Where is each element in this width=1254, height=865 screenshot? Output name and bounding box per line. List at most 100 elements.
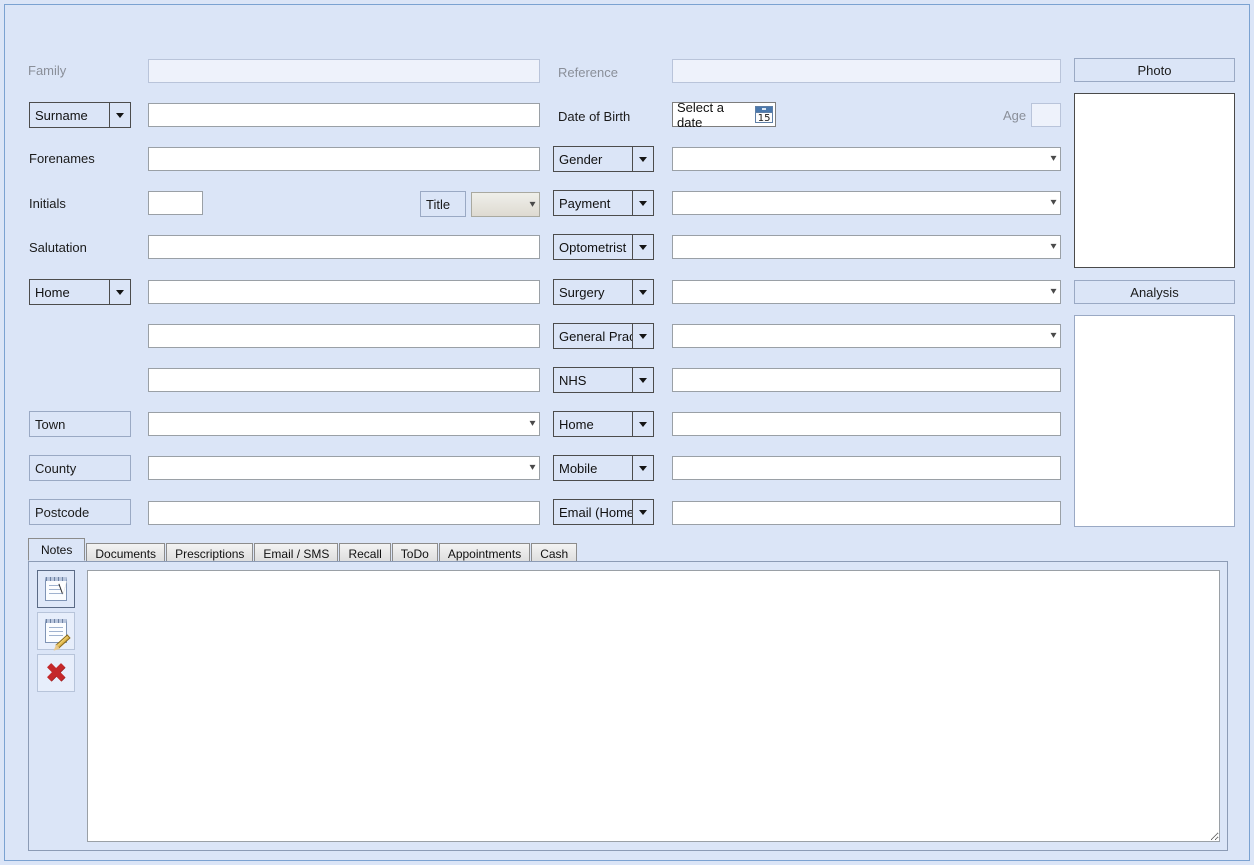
postcode-label: Postcode (35, 504, 90, 520)
analysis-panel[interactable] (1074, 315, 1235, 527)
salutation-label: Salutation (29, 240, 87, 255)
payment-select[interactable]: ▾ (672, 191, 1061, 215)
county-label-box: County (29, 455, 131, 481)
notes-textarea[interactable] (87, 570, 1220, 842)
tab-appointments-label: Appointments (447, 546, 522, 561)
analysis-header[interactable]: Analysis (1074, 280, 1235, 304)
delete-note-button[interactable]: ✖ (37, 654, 75, 692)
county-label: County (35, 460, 77, 476)
tab-notes-label: Notes (41, 542, 73, 557)
chevron-down-icon[interactable] (632, 412, 653, 436)
tab-prescriptions[interactable]: Prescriptions (166, 543, 254, 563)
town-select[interactable]: ▾ (148, 412, 540, 436)
chevron-down-icon: ▾ (529, 418, 536, 429)
tab-strip: Notes Documents Prescriptions Email / SM… (28, 538, 578, 563)
reference-input[interactable] (672, 59, 1061, 83)
age-input[interactable] (1031, 103, 1061, 127)
chevron-down-icon: ▾ (1050, 241, 1057, 252)
chevron-down-icon[interactable] (632, 368, 653, 392)
phone-home-combo[interactable]: Home (553, 411, 654, 437)
chevron-down-icon: ▾ (1050, 330, 1057, 341)
chevron-down-icon[interactable] (632, 500, 653, 524)
general-practitioner-combo-label: General Prac.. (559, 328, 632, 344)
family-input[interactable] (148, 59, 540, 83)
chevron-down-icon[interactable] (632, 456, 653, 480)
nhs-combo[interactable]: NHS (553, 367, 654, 393)
address-line2-input[interactable] (148, 324, 540, 348)
chevron-down-icon[interactable] (632, 280, 653, 304)
county-select[interactable]: ▾ (148, 456, 540, 480)
analysis-label: Analysis (1130, 284, 1179, 300)
email-home-combo[interactable]: Email (Home) (553, 499, 654, 525)
tab-documents-label: Documents (95, 546, 157, 561)
tab-cash[interactable]: Cash (531, 543, 578, 563)
tab-todo[interactable]: ToDo (391, 543, 438, 563)
forenames-input[interactable] (148, 147, 540, 171)
surname-input[interactable] (148, 103, 540, 127)
photo-label: Photo (1137, 62, 1172, 78)
chevron-down-icon: ▾ (1050, 286, 1057, 297)
optometrist-combo[interactable]: Optometrist (553, 234, 654, 260)
edit-note-button[interactable] (37, 612, 75, 650)
email-home-input[interactable] (672, 501, 1061, 525)
initials-input[interactable] (148, 191, 203, 215)
address-type-combo[interactable]: Home (29, 279, 131, 305)
phone-mobile-input[interactable] (672, 456, 1061, 480)
optometrist-combo-label: Optometrist (559, 239, 627, 255)
chevron-down-icon[interactable] (632, 147, 653, 171)
tab-recall-label: Recall (348, 546, 382, 561)
surname-combo-label: Surname (35, 107, 88, 123)
address-line3-input[interactable] (148, 368, 540, 392)
tab-email-sms[interactable]: Email / SMS (254, 543, 339, 563)
surname-type-combo[interactable]: Surname (29, 102, 131, 128)
record-tab-section: Notes Documents Prescriptions Email / SM… (28, 538, 1228, 851)
title-label: Title (426, 196, 451, 212)
chevron-down-icon: ▾ (1050, 197, 1057, 208)
chevron-down-icon[interactable] (632, 191, 653, 215)
payment-combo-label: Payment (559, 195, 611, 211)
patient-record-form: Family Reference Photo Surname Date of B… (4, 4, 1250, 861)
photo-header[interactable]: Photo (1074, 58, 1235, 82)
nhs-combo-label: NHS (559, 372, 587, 388)
postcode-input[interactable] (148, 501, 540, 525)
address-type-combo-label: Home (35, 284, 70, 300)
tab-appointments[interactable]: Appointments (438, 543, 531, 563)
payment-combo[interactable]: Payment (553, 190, 654, 216)
surgery-select[interactable]: ▾ (672, 280, 1061, 304)
chevron-down-icon: ▾ (529, 462, 536, 473)
tab-documents[interactable]: Documents (86, 543, 166, 563)
email-home-combo-label: Email (Home) (559, 504, 632, 520)
delete-note-icon: ✖ (44, 657, 68, 689)
gender-combo[interactable]: Gender (553, 146, 654, 172)
phone-home-input[interactable] (672, 412, 1061, 436)
general-practitioner-select[interactable]: ▾ (672, 324, 1061, 348)
phone-mobile-combo-label: Mobile (559, 460, 598, 476)
date-of-birth-label: Date of Birth (558, 109, 631, 124)
general-practitioner-combo[interactable]: General Prac.. (553, 323, 654, 349)
chevron-down-icon[interactable] (632, 235, 653, 259)
photo-panel[interactable] (1074, 93, 1235, 268)
chevron-down-icon[interactable] (632, 324, 653, 348)
notes-tab-panel: ✖ (28, 561, 1228, 851)
nhs-input[interactable] (672, 368, 1061, 392)
title-select[interactable]: ▾ (471, 192, 540, 217)
new-note-button[interactable] (37, 570, 75, 608)
tab-prescriptions-label: Prescriptions (175, 546, 245, 561)
salutation-input[interactable] (148, 235, 540, 259)
tab-notes[interactable]: Notes (28, 538, 86, 561)
calendar-icon[interactable]: 15 (755, 106, 773, 124)
address-line1-input[interactable] (148, 280, 540, 304)
phone-mobile-combo[interactable]: Mobile (553, 455, 654, 481)
phone-home-combo-label: Home (559, 416, 594, 432)
town-label: Town (35, 416, 66, 432)
gender-select[interactable]: ▾ (672, 147, 1061, 171)
forenames-label: Forenames (29, 151, 95, 166)
reference-label: Reference (558, 65, 618, 80)
tab-recall[interactable]: Recall (339, 543, 391, 563)
optometrist-select[interactable]: ▾ (672, 235, 1061, 259)
chevron-down-icon[interactable] (109, 280, 130, 304)
chevron-down-icon[interactable] (109, 103, 130, 127)
postcode-label-box: Postcode (29, 499, 131, 525)
date-of-birth-picker[interactable]: Select a date 15 (672, 100, 776, 130)
surgery-combo[interactable]: Surgery (553, 279, 654, 305)
